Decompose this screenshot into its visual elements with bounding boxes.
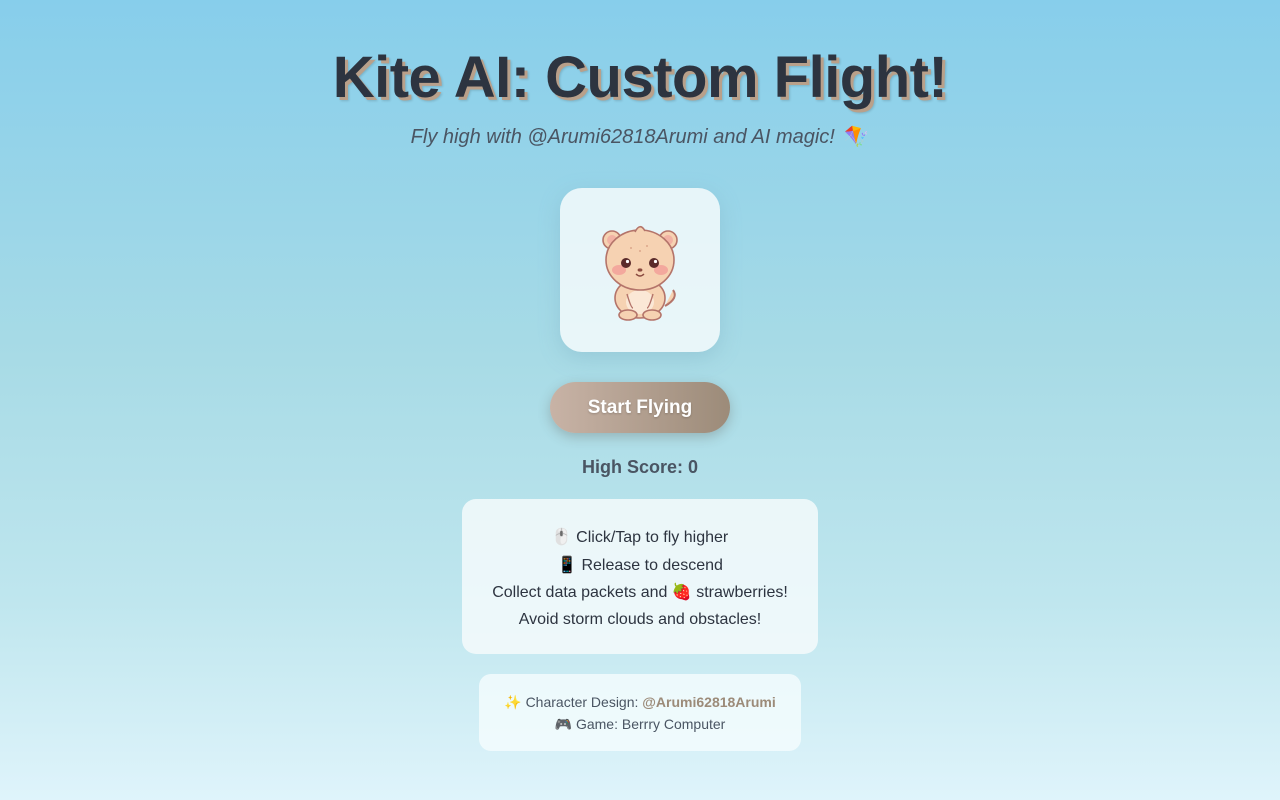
instruction-text: strawberries! bbox=[696, 584, 788, 601]
instruction-collect: Collect data packets and 🍓 strawberries! bbox=[462, 579, 818, 607]
phone-icon: 📱 bbox=[557, 554, 578, 574]
instruction-text: Collect data packets and bbox=[492, 584, 668, 601]
kite-icon: 🪁 bbox=[844, 124, 870, 148]
character-card bbox=[560, 188, 720, 352]
mouse-icon: 🖱️ bbox=[551, 527, 572, 546]
instructions-panel: 🖱️ Click/Tap to fly higher 📱 Release to … bbox=[462, 499, 818, 654]
start-flying-button[interactable]: Start Flying bbox=[550, 382, 730, 433]
credits-panel: ✨ Character Design: @Arumi62818Arumi 🎮 G… bbox=[479, 674, 801, 751]
bear-cub-icon bbox=[602, 225, 678, 321]
credit-label: Character Design: bbox=[525, 694, 639, 710]
instruction-text: Click/Tap to fly higher bbox=[576, 529, 729, 546]
high-score-label: High Score: 0 bbox=[581, 457, 699, 477]
strawberry-icon: 🍓 bbox=[671, 582, 692, 601]
sparkles-icon: ✨ bbox=[504, 695, 522, 711]
game-subtitle: Fly high with @Arumi62818Arumi and AI ma… bbox=[0, 124, 1280, 149]
credit-label: Game: Berrry Computer bbox=[575, 716, 726, 732]
game-title: Kite AI: Custom Flight! bbox=[332, 45, 948, 110]
designer-handle-link[interactable]: @Arumi62818Arumi bbox=[642, 694, 775, 710]
gamepad-icon: 🎮 bbox=[554, 717, 573, 733]
instruction-descend: 📱 Release to descend bbox=[462, 552, 818, 580]
instruction-text: Avoid storm clouds and obstacles! bbox=[518, 610, 762, 628]
credit-game: 🎮 Game: Berrry Computer bbox=[479, 714, 801, 736]
instruction-fly-higher: 🖱️ Click/Tap to fly higher bbox=[462, 524, 818, 552]
subtitle-text: Fly high with @Arumi62818Arumi and AI ma… bbox=[410, 126, 835, 148]
credit-character-design: ✨ Character Design: @Arumi62818Arumi bbox=[479, 692, 801, 714]
instruction-text: Release to descend bbox=[581, 556, 723, 574]
instruction-avoid: Avoid storm clouds and obstacles! bbox=[462, 607, 818, 634]
